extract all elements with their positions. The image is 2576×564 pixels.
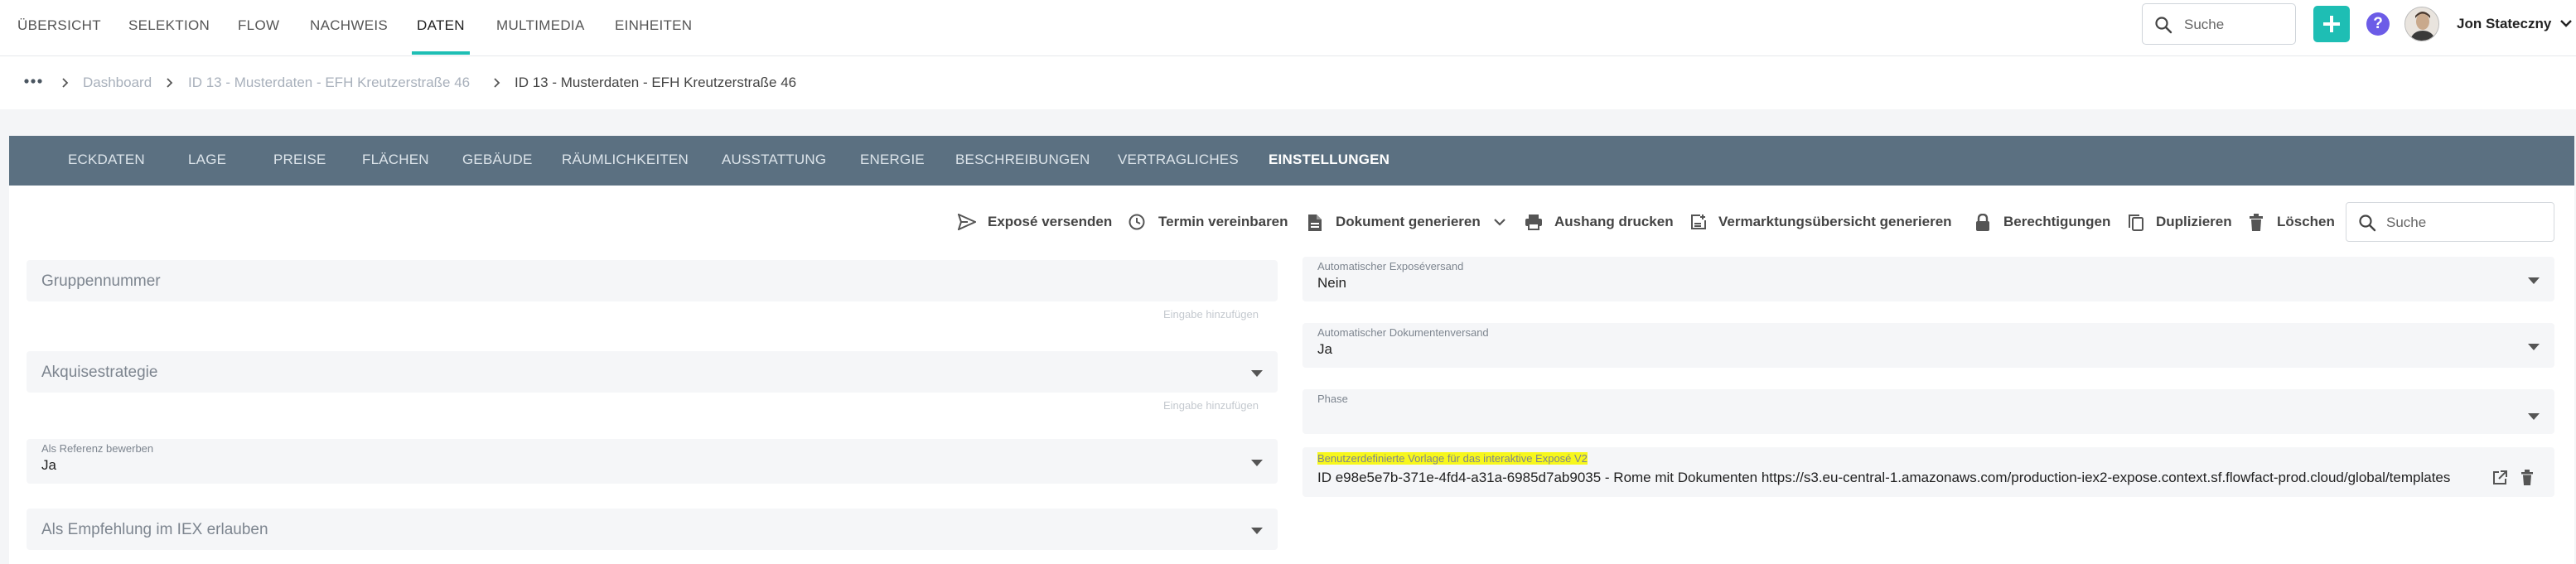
vorlage-field[interactable]: Benutzerdefinierte Vorlage für das inter… — [1302, 447, 2554, 497]
nav-item-selektion[interactable]: SELEKTION — [128, 0, 210, 55]
tab-eckdaten[interactable]: ECKDATEN — [68, 136, 145, 186]
tab-beschreibungen[interactable]: BESCHREIBUNGEN — [955, 136, 1090, 186]
tab-einstellungen[interactable]: EINSTELLUNGEN — [1269, 136, 1389, 186]
gruppennummer-hint: Eingabe hinzufügen — [1163, 308, 1259, 321]
phase-label: Phase — [1317, 393, 1348, 405]
akquisestrategie-select[interactable]: Akquisestrategie — [27, 351, 1278, 393]
avatar[interactable] — [2404, 7, 2439, 41]
trash-icon[interactable] — [2520, 470, 2534, 486]
akquisestrategie-placeholder: Akquisestrategie — [41, 364, 158, 381]
document-icon — [1308, 215, 1322, 231]
chevron-right-icon — [494, 78, 500, 88]
schedule-appointment-button[interactable]: Termin vereinbaren — [1129, 210, 1294, 234]
global-search-input[interactable]: Suche — [2142, 3, 2296, 45]
tab-vertragliches[interactable]: VERTRAGLICHES — [1118, 136, 1239, 186]
open-external-icon[interactable] — [2492, 470, 2507, 485]
duplicate-button[interactable]: Duplizieren — [2128, 210, 2235, 234]
search-icon — [2155, 17, 2172, 34]
caret-down-icon[interactable] — [2528, 344, 2540, 350]
tab-ausstattung[interactable]: AUSSTATTUNG — [722, 136, 826, 186]
gruppennummer-placeholder: Gruppennummer — [41, 272, 161, 290]
generate-document-button[interactable]: Dokument generieren — [1307, 210, 1515, 234]
nav-item-uebersicht[interactable]: ÜBERSICHT — [17, 0, 101, 55]
help-icon[interactable]: ? — [2366, 12, 2390, 36]
expose-versand-label: Automatischer Exposéversand — [1317, 260, 1464, 272]
tab-energie[interactable]: ENERGIE — [860, 136, 925, 186]
send-icon — [958, 214, 976, 230]
nav-item-flow[interactable]: FLOW — [238, 0, 279, 55]
copy-icon — [2129, 215, 2143, 231]
tab-gebaeude[interactable]: GEBÄUDE — [462, 136, 533, 186]
phase-select[interactable]: Phase — [1302, 389, 2554, 434]
dokumenten-versand-value: Ja — [1317, 341, 1332, 357]
print-notice-button[interactable]: Aushang drucken — [1525, 210, 1682, 234]
add-button[interactable] — [2313, 6, 2350, 42]
lock-icon — [1976, 214, 1989, 231]
breadcrumb-dashboard[interactable]: Dashboard — [83, 75, 152, 91]
user-portrait-icon — [2405, 7, 2438, 41]
chevron-down-icon[interactable] — [1493, 218, 1506, 226]
generate-marketing-overview-button[interactable]: Vermarktungsübersicht generieren — [1690, 210, 1960, 234]
nav-item-daten[interactable]: DATEN — [412, 0, 470, 55]
expose-versand-select[interactable]: Automatischer Exposéversand Nein — [1302, 257, 2554, 301]
report-icon — [1691, 215, 1706, 229]
trash-icon — [2250, 214, 2263, 231]
tab-raeumlichkeiten[interactable]: RÄUMLICHKEITEN — [562, 136, 689, 186]
empfehlung-placeholder: Als Empfehlung im IEX erlauben — [41, 521, 268, 538]
gruppennummer-field[interactable]: Gruppennummer — [27, 260, 1278, 301]
caret-down-icon[interactable] — [1251, 528, 1263, 534]
vorlage-label: Benutzerdefinierte Vorlage für das inter… — [1317, 452, 1588, 465]
referenz-label: Als Referenz bewerben — [41, 442, 154, 455]
caret-down-icon[interactable] — [2528, 277, 2540, 284]
chevron-right-icon — [167, 78, 173, 88]
dokumenten-versand-select[interactable]: Automatischer Dokumentenversand Ja — [1302, 323, 2554, 368]
search-icon — [2359, 215, 2376, 232]
breadcrumb-current: ID 13 - Musterdaten - EFH Kreutzerstraße… — [515, 75, 797, 90]
tab-preise[interactable]: PREISE — [273, 136, 326, 186]
more-icon[interactable] — [23, 78, 43, 84]
dokumenten-versand-label: Automatischer Dokumentenversand — [1317, 326, 1489, 339]
caret-down-icon[interactable] — [2528, 413, 2540, 420]
user-name[interactable]: Jon Stateczny — [2457, 16, 2551, 32]
empfehlung-select[interactable]: Als Empfehlung im IEX erlauben — [27, 509, 1278, 550]
content-search-input[interactable]: Suche — [2346, 202, 2554, 242]
global-search-placeholder: Suche — [2184, 17, 2225, 32]
top-navigation: ÜBERSICHT SELEKTION FLOW NACHWEIS DATEN … — [0, 0, 2576, 56]
chevron-right-icon — [62, 78, 69, 88]
clock-icon — [1129, 214, 1145, 230]
tab-lage[interactable]: LAGE — [188, 136, 226, 186]
delete-button[interactable]: Löschen — [2249, 210, 2340, 234]
permissions-button[interactable]: Berechtigungen — [1975, 210, 2114, 234]
vorlage-value: ID e98e5e7b-371e-4fd4-a31a-6985d7ab9035 … — [1317, 470, 2451, 485]
nav-item-nachweis[interactable]: NACHWEIS — [310, 0, 388, 55]
tab-flaechen[interactable]: FLÄCHEN — [362, 136, 429, 186]
akquisestrategie-hint: Eingabe hinzufügen — [1163, 399, 1259, 412]
nav-item-multimedia[interactable]: MULTIMEDIA — [496, 0, 585, 55]
referenz-value: Ja — [41, 457, 56, 473]
breadcrumb-object[interactable]: ID 13 - Musterdaten - EFH Kreutzerstraße… — [188, 75, 470, 91]
send-expose-button[interactable]: Exposé versenden — [958, 210, 1112, 234]
nav-item-einheiten[interactable]: EINHEITEN — [615, 0, 692, 55]
chevron-down-icon[interactable] — [2559, 18, 2573, 28]
caret-down-icon[interactable] — [1251, 460, 1263, 466]
expose-versand-value: Nein — [1317, 275, 1346, 291]
printer-icon — [1525, 215, 1542, 230]
tab-bar: ECKDATEN LAGE PREISE FLÄCHEN GEBÄUDE RÄU… — [9, 136, 2574, 186]
breadcrumb: Dashboard ID 13 - Musterdaten - EFH Kreu… — [0, 56, 2576, 109]
content-search-placeholder: Suche — [2386, 215, 2427, 230]
referenz-select[interactable]: Als Referenz bewerben Ja — [27, 439, 1278, 484]
caret-down-icon[interactable] — [1251, 370, 1263, 377]
